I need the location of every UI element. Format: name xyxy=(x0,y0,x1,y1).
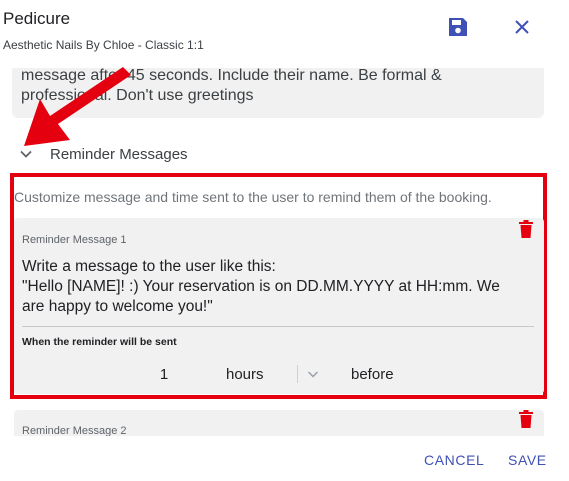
close-button[interactable] xyxy=(506,11,538,43)
cancel-button[interactable]: CANCEL xyxy=(424,452,484,468)
reminder-message-field[interactable]: Write a message to the user like this: "… xyxy=(22,257,532,317)
reminder-relation-label: before xyxy=(351,366,394,383)
reminder-amount-input[interactable]: 1 xyxy=(146,366,182,383)
reminder-unit-value: hours xyxy=(226,366,264,383)
reminder-unit-select[interactable]: hours xyxy=(212,359,334,389)
reminder-messages-label: Reminder Messages xyxy=(50,146,188,163)
trash-icon[interactable] xyxy=(518,220,534,238)
save-button[interactable]: SAVE xyxy=(508,452,547,468)
save-icon-button[interactable] xyxy=(442,11,474,43)
chevron-down-icon xyxy=(20,150,32,158)
dialog-subtitle: Aesthetic Nails By Chloe - Classic 1:1 xyxy=(3,38,204,52)
reminder-message-line-2: "Hello [NAME]! :) Your reservation is on… xyxy=(22,278,500,295)
reminder-label: Reminder Message 2 xyxy=(22,425,127,436)
divider xyxy=(22,326,534,327)
reminder-card: Reminder Message 2 xyxy=(14,410,544,436)
close-icon xyxy=(515,20,529,34)
when-sent-label: When the reminder will be sent xyxy=(22,336,177,348)
prompt-text[interactable]: message after 45 seconds. Include their … xyxy=(21,66,531,106)
reminder-messages-toggle[interactable]: Reminder Messages xyxy=(12,140,532,168)
dialog-header: Pedicure Aesthetic Nails By Chloe - Clas… xyxy=(0,0,569,68)
prompt-text-line-1: message after 45 seconds. Include their … xyxy=(21,67,442,84)
prompt-text-line-2: professional. Don't use greetings xyxy=(21,87,254,104)
reminder-message-line-1: Write a message to the user like this: xyxy=(22,258,276,275)
floppy-disk-icon xyxy=(449,18,467,36)
select-separator xyxy=(297,365,298,383)
reminder-label: Reminder Message 1 xyxy=(22,234,127,246)
reminder-message-line-3: are happy to welcome you!" xyxy=(22,298,213,315)
trash-icon[interactable] xyxy=(518,410,534,428)
reminders-intro-text: Customize message and time sent to the u… xyxy=(14,189,492,205)
chevron-down-icon xyxy=(307,371,319,378)
dialog-footer: CANCEL SAVE xyxy=(0,436,569,481)
dialog-title: Pedicure xyxy=(3,9,71,28)
reminder-card: Reminder Message 1 Write a message to th… xyxy=(14,218,544,394)
